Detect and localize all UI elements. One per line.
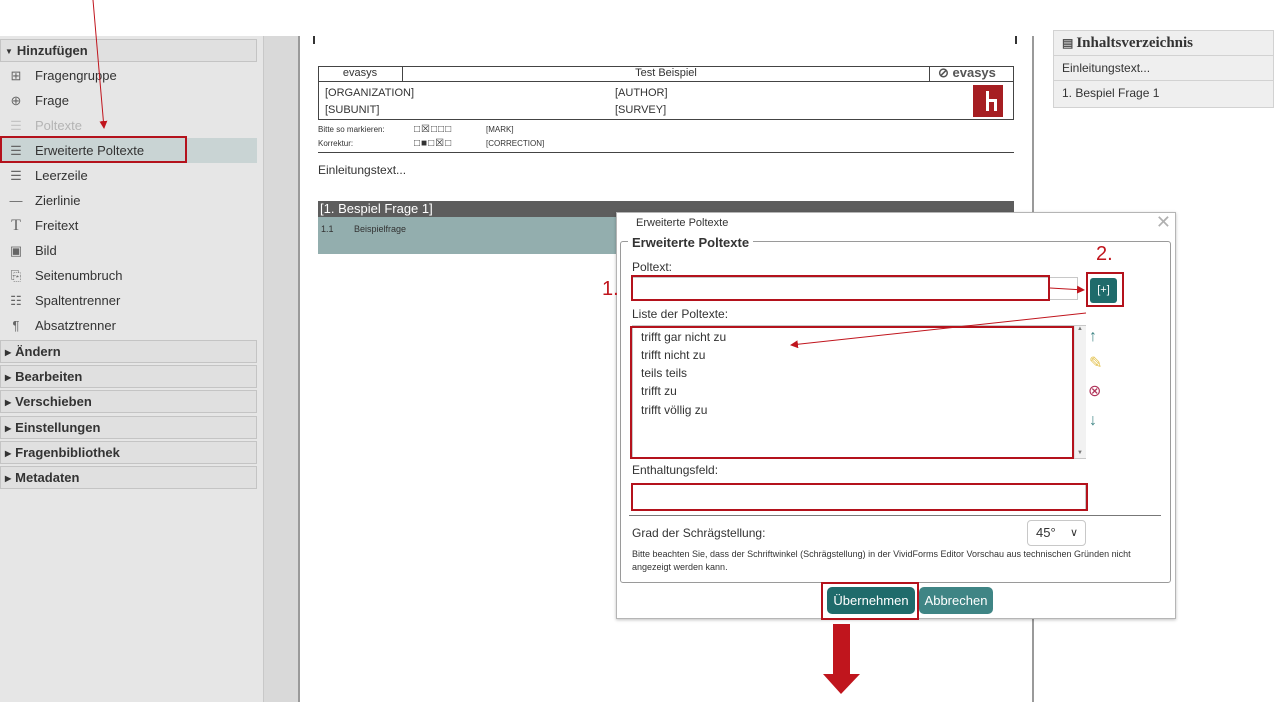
delete-circle-icon[interactable]: ⊗ (1088, 384, 1101, 400)
pole-text-icon: ☰ (10, 118, 22, 133)
caret-down-icon: ▼ (5, 47, 13, 56)
abstention-input[interactable] (632, 484, 1086, 510)
chevron-down-icon: ∨ (1069, 527, 1078, 539)
sidebar-item-seitenumbruch[interactable]: ⎘ Seitenumbruch (0, 263, 257, 288)
toc-title: ▤ Inhaltsverzeichnis (1062, 35, 1194, 51)
sidebar-item-zierlinie[interactable]: — Zierlinie (0, 188, 257, 213)
edit-pencil-icon[interactable]: ✎ (1089, 356, 1102, 372)
left-sidebar: ▼ Hinzufügen ⊞ Fragengruppe ⊕ Frage ☰ Pol… (0, 36, 264, 702)
dialog-divider (629, 515, 1161, 516)
question-text: Beispielfrage (354, 224, 407, 234)
author-text: [AUTHOR] (615, 87, 668, 99)
sidebar-item-fragengruppe[interactable]: ⊞ Fragengruppe (0, 63, 257, 88)
header-divider (929, 66, 930, 82)
scroll-up-icon[interactable]: ▲ (1077, 326, 1083, 332)
paragraph-separator-icon: ¶ (12, 318, 20, 333)
poltext-list[interactable] (632, 325, 1086, 459)
list-item[interactable]: teils teils (641, 366, 687, 380)
question-row[interactable] (318, 217, 618, 254)
mark-example-boxes: □☒□□□ (414, 124, 453, 135)
sidebar-item-frage[interactable]: ⊕ Frage (0, 88, 257, 113)
fieldset-legend: Erweiterte Poltexte (628, 235, 754, 250)
mark-label: Bitte so markieren: (318, 125, 385, 134)
sidebar-item-erweiterte-poltexte[interactable]: ☰ Erweiterte Poltexte (0, 138, 257, 163)
scroll-down-icon[interactable]: ▼ (1077, 450, 1083, 456)
section-metadaten[interactable]: ▶ Metadaten (0, 466, 257, 489)
divider-line (318, 152, 1014, 153)
section-bearbeiten[interactable]: ▶ Bearbeiten (0, 365, 257, 388)
mark-placeholder: [MARK] (486, 125, 514, 134)
sidebar-item-leerzeile[interactable]: ☰ Leerzeile (0, 163, 257, 188)
page-corner-mark (1015, 36, 1017, 44)
dialog-title: Erweiterte Poltexte (636, 217, 729, 229)
sidebar-item-absatztrenner[interactable]: ¶ Absatztrenner (0, 313, 257, 338)
caret-right-icon: ▶ (5, 348, 12, 357)
toc-item[interactable]: Einleitungstext... (1054, 55, 1273, 80)
evasys-logo: ⊘ evasys (938, 65, 996, 80)
caret-right-icon: ▶ (5, 424, 12, 433)
list-item[interactable]: trifft gar nicht zu (641, 330, 726, 344)
list-item[interactable]: trifft völlig zu (641, 403, 707, 417)
toc-list-icon: ▤ (1062, 36, 1077, 50)
list-item[interactable]: trifft zu (641, 384, 677, 398)
poltext-label: Poltext: (632, 260, 673, 274)
slant-select[interactable]: 45° ∨ (1027, 520, 1086, 546)
blank-line-icon: ☰ (10, 168, 22, 183)
organization-text: [ORGANIZATION] (325, 87, 415, 99)
poltext-input[interactable] (632, 277, 1078, 300)
header-left-text: evasys (342, 67, 378, 79)
move-down-icon[interactable]: ↓ (1089, 413, 1097, 429)
correction-label: Korrektur: (318, 139, 354, 148)
link-logo-icon: ⊘ (938, 65, 953, 80)
move-up-icon[interactable]: ↑ (1089, 329, 1097, 345)
slant-label: Grad der Schrägstellung: (632, 526, 766, 540)
correction-placeholder: [CORRECTION] (486, 139, 545, 148)
section-fragenbibliothek[interactable]: ▶ Fragenbibliothek (0, 441, 257, 464)
step-number-2: 2. (1096, 243, 1113, 265)
section-aendern[interactable]: ▶ Ändern (0, 340, 257, 363)
image-icon: ▣ (9, 243, 23, 258)
free-text-icon: T (11, 217, 21, 234)
section-verschieben[interactable]: ▶ Verschieben (0, 390, 257, 413)
decorative-line-icon: — (9, 193, 23, 208)
slant-note: Bitte beachten Sie, dass der Schriftwink… (632, 549, 1131, 572)
toc-item[interactable]: 1. Bespiel Frage 1 (1054, 80, 1273, 105)
caret-right-icon: ▶ (5, 373, 12, 382)
cancel-button[interactable]: Abbrechen (919, 587, 993, 614)
header-center-text: Test Beispiel (635, 67, 697, 79)
caret-right-icon: ▶ (5, 474, 12, 483)
abstention-label: Enthaltungsfeld: (632, 463, 719, 477)
close-icon[interactable]: ✕ (1156, 212, 1171, 233)
caret-right-icon: ▶ (5, 449, 12, 458)
step-number-1: 1. (602, 278, 619, 300)
page-break-icon: ⎘ (10, 268, 22, 283)
apply-button[interactable]: Übernehmen (827, 587, 915, 614)
section-einstellungen[interactable]: ▶ Einstellungen (0, 416, 257, 439)
add-poltext-button[interactable]: [+] (1090, 278, 1117, 303)
page-corner-mark (313, 36, 315, 44)
sidebar-item-spaltentrenner[interactable]: ☷ Spaltentrenner (0, 288, 257, 313)
sidebar-item-bild[interactable]: ▣ Bild (0, 238, 257, 263)
institution-logo (973, 85, 1003, 117)
question-number: 1.1 (321, 224, 334, 234)
extended-pole-text-icon: ☰ (10, 143, 22, 158)
caret-right-icon: ▶ (5, 398, 12, 407)
sidebar-item-poltexte[interactable]: ☰ Poltexte (0, 113, 257, 138)
subunit-text: [SUBUNIT] (325, 104, 380, 116)
survey-text: [SURVEY] (615, 104, 667, 116)
column-separator-icon: ☷ (10, 293, 22, 308)
add-question-icon: ⊕ (10, 93, 22, 108)
sidebar-item-freitext[interactable]: T Freitext (0, 213, 257, 238)
intro-text[interactable]: Einleitungstext... (318, 163, 406, 177)
list-scrollbar[interactable]: ▲ ▼ (1074, 326, 1086, 458)
section-hinzufuegen[interactable]: ▼ Hinzufügen (0, 39, 257, 62)
list-item[interactable]: trifft nicht zu (641, 348, 705, 362)
toc-panel: ▤ Inhaltsverzeichnis Einleitungstext... … (1053, 30, 1274, 108)
list-label: Liste der Poltexte: (632, 307, 729, 321)
question-group-icon: ⊞ (10, 68, 22, 83)
correction-example-boxes: □■□☒□ (414, 138, 453, 149)
